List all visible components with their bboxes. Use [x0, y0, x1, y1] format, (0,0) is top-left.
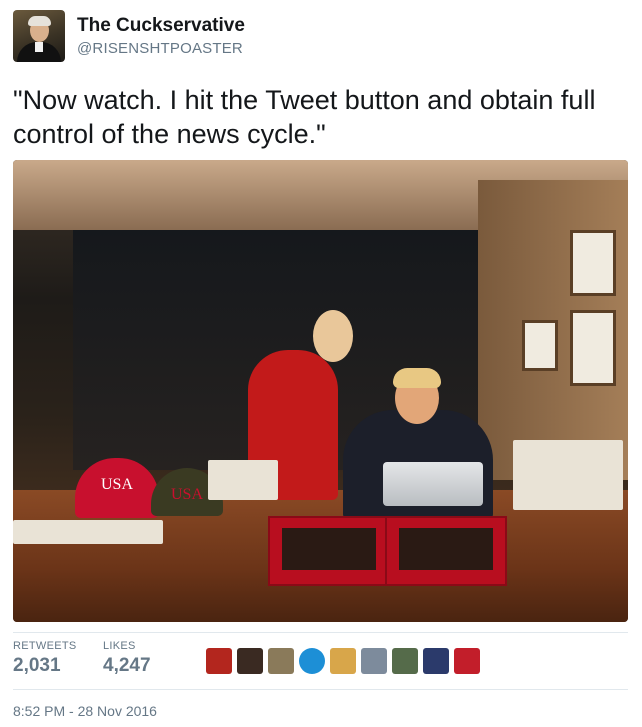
- avatar-pixel-character[interactable]: [423, 648, 449, 674]
- avatar-hair: [28, 16, 51, 26]
- avatar-red-image[interactable]: [206, 648, 232, 674]
- photo-frame: [570, 310, 616, 386]
- likes-count: 4,247: [103, 655, 151, 676]
- photo-man-hair: [393, 368, 441, 388]
- photo-papers: [208, 460, 278, 500]
- tweet-photo[interactable]: USA USA: [13, 160, 628, 622]
- retweets-label: RETWEETS: [13, 640, 77, 652]
- tweet-stats: RETWEETS 2,031 LIKES 4,247: [13, 640, 628, 690]
- author-handle[interactable]: @RISENSHTPOASTER: [77, 40, 243, 57]
- avatar-dark-portrait[interactable]: [237, 648, 263, 674]
- avatar-portrait-man[interactable]: [361, 648, 387, 674]
- avatar-blue-ring[interactable]: [299, 648, 325, 674]
- retweets-stat[interactable]: RETWEETS 2,031: [13, 640, 77, 677]
- photo-frame: [522, 320, 558, 371]
- avatar-red-orb[interactable]: [454, 648, 480, 674]
- photo-red-tray-right: [385, 516, 507, 586]
- likes-label: LIKES: [103, 640, 136, 652]
- photo-papers: [13, 520, 163, 544]
- stats-divider-top: [13, 632, 628, 633]
- tweet-text: "Now watch. I hit the Tweet button and o…: [13, 85, 596, 149]
- avatar-sketch[interactable]: [268, 648, 294, 674]
- photo-red-tray-left: [268, 516, 390, 586]
- photo-frame: [570, 230, 616, 296]
- avatar-dog[interactable]: [330, 648, 356, 674]
- retweets-count: 2,031: [13, 655, 61, 676]
- photo-woman-head: [313, 310, 353, 362]
- photo-laptop: [383, 462, 483, 506]
- author-avatar[interactable]: [13, 10, 65, 62]
- tweet-timestamp[interactable]: 8:52 PM - 28 Nov 2016: [13, 703, 157, 719]
- likes-stat[interactable]: LIKES 4,247: [103, 640, 151, 677]
- avatar-crowd[interactable]: [392, 648, 418, 674]
- stats-divider-bottom: [13, 689, 628, 690]
- avatar-collar: [35, 42, 43, 52]
- photo-papers: [513, 440, 623, 510]
- author-display-name[interactable]: The Cuckservative: [77, 15, 245, 37]
